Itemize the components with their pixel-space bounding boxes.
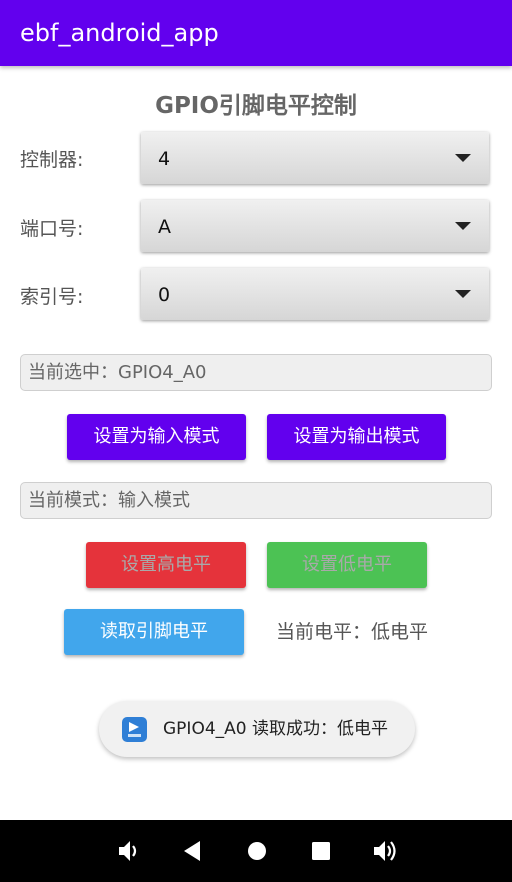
index-spinner[interactable]: 0 [141,268,489,320]
toast-message: GPIO4_A0 读取成功：低电平 [163,719,388,739]
back-icon[interactable] [178,837,206,865]
toast: GPIO4_A0 读取成功：低电平 [99,701,415,757]
current-mode-text: 当前模式：输入模式 [28,490,190,511]
app-icon [122,717,147,742]
index-label: 索引号: [20,286,84,308]
set-output-mode-button[interactable]: 设置为输出模式 [267,414,446,460]
dropdown-arrow-icon [455,154,471,162]
current-selection-field: 当前选中：GPIO4_A0 [20,354,492,391]
port-label: 端口号: [20,218,84,240]
dropdown-arrow-icon [455,222,471,230]
set-high-level-button[interactable]: 设置高电平 [86,542,246,588]
volume-down-icon[interactable] [115,837,143,865]
read-pin-level-button[interactable]: 读取引脚电平 [64,609,244,655]
index-value: 0 [158,284,171,306]
set-input-mode-button[interactable]: 设置为输入模式 [67,414,246,460]
current-mode-field: 当前模式：输入模式 [20,482,492,519]
volume-up-icon[interactable] [371,837,399,865]
current-level-text: 当前电平：低电平 [276,621,429,643]
current-selection-text: 当前选中：GPIO4_A0 [28,362,207,383]
home-icon[interactable] [243,837,271,865]
recents-icon[interactable] [307,837,335,865]
app-title: ebf_android_app [20,19,219,47]
navigation-bar [0,820,512,882]
port-value: A [158,216,171,238]
page-title: GPIO引脚电平控制 [155,93,357,119]
set-low-level-button[interactable]: 设置低电平 [267,542,427,588]
controller-spinner[interactable]: 4 [141,132,489,184]
app-bar: ebf_android_app [0,0,512,66]
controller-value: 4 [158,148,171,170]
controller-label: 控制器: [20,149,84,171]
dropdown-arrow-icon [455,290,471,298]
port-spinner[interactable]: A [141,200,489,252]
